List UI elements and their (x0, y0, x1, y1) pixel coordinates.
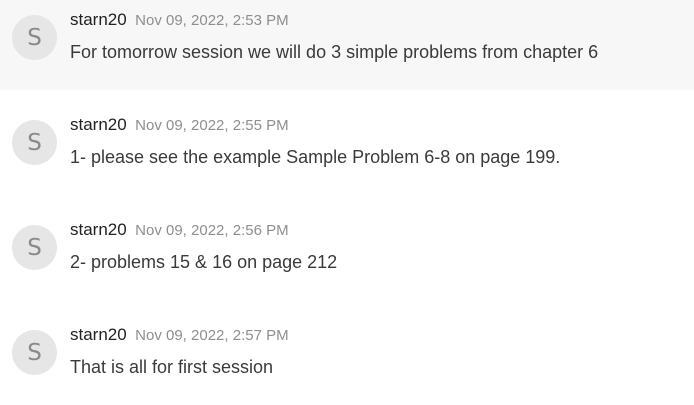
message-item[interactable]: S starn20 Nov 09, 2022, 2:56 PM 2- probl… (0, 210, 694, 300)
message-text: For tomorrow session we will do 3 simple… (70, 42, 599, 62)
author-name[interactable]: starn20 (70, 115, 127, 134)
avatar[interactable]: S (12, 225, 57, 270)
message-meta: starn20 Nov 09, 2022, 2:56 PM (70, 220, 289, 240)
message-timestamp: Nov 09, 2022, 2:57 PM (135, 327, 289, 344)
author-name[interactable]: starn20 (70, 220, 127, 239)
author-name[interactable]: starn20 (70, 10, 127, 29)
message-item[interactable]: S starn20 Nov 09, 2022, 2:53 PM For tomo… (0, 0, 694, 90)
message-timestamp: Nov 09, 2022, 2:55 PM (135, 117, 289, 134)
message-item[interactable]: S starn20 Nov 09, 2022, 2:57 PM That is … (0, 315, 694, 405)
message-item[interactable]: S starn20 Nov 09, 2022, 2:55 PM 1- pleas… (0, 105, 694, 195)
avatar[interactable]: S (12, 330, 57, 375)
message-text: 1- please see the example Sample Problem… (70, 147, 561, 167)
message-text: That is all for first session (70, 357, 274, 377)
author-name[interactable]: starn20 (70, 325, 127, 344)
message-feed: S starn20 Nov 09, 2022, 2:53 PM For tomo… (0, 0, 694, 405)
message-timestamp: Nov 09, 2022, 2:56 PM (135, 222, 289, 239)
message-meta: starn20 Nov 09, 2022, 2:57 PM (70, 325, 289, 345)
message-meta: starn20 Nov 09, 2022, 2:53 PM (70, 10, 289, 30)
message-meta: starn20 Nov 09, 2022, 2:55 PM (70, 115, 289, 135)
avatar[interactable]: S (12, 120, 57, 165)
message-timestamp: Nov 09, 2022, 2:53 PM (135, 12, 289, 29)
avatar[interactable]: S (12, 15, 57, 60)
message-text: 2- problems 15 & 16 on page 212 (70, 252, 338, 272)
